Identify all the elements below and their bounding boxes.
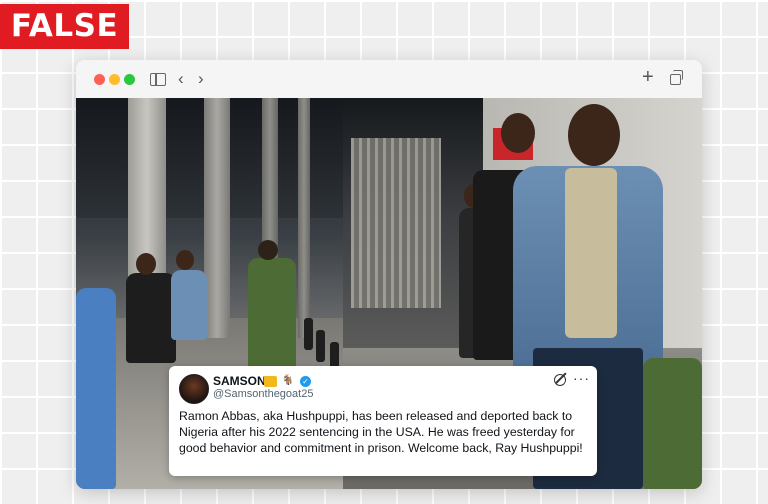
more-options-icon[interactable]: ··· <box>573 370 590 386</box>
grok-icon[interactable] <box>554 374 566 386</box>
minimize-window-button[interactable] <box>109 74 120 85</box>
avatar[interactable] <box>179 374 209 404</box>
tweet-author-handle[interactable]: @Samsonthegoat25 <box>213 388 313 400</box>
tweet-text: Ramon Abbas, aka Hushpuppi, has been rel… <box>179 409 583 455</box>
goat-emoji-icon: 🐐 <box>281 375 295 386</box>
verified-icon: ✓ <box>300 375 312 387</box>
forward-chevron-icon[interactable]: › <box>198 69 204 89</box>
false-verdict-label: FALSE <box>0 4 129 49</box>
browser-window: ‹ › + SAMSON 🐐 ✓ @Samsonthegoat25 ··· Ra… <box>76 60 702 489</box>
close-window-button[interactable] <box>94 74 105 85</box>
sidebar-icon[interactable] <box>150 73 166 86</box>
back-chevron-icon[interactable]: ‹ <box>178 69 184 89</box>
tweet-badges: 🐐 ✓ <box>264 374 312 389</box>
browser-content: SAMSON 🐐 ✓ @Samsonthegoat25 ··· Ramon Ab… <box>76 98 702 489</box>
browser-titlebar: ‹ › + <box>76 60 702 99</box>
crown-badge-icon <box>264 375 277 387</box>
tweet-card[interactable]: SAMSON 🐐 ✓ @Samsonthegoat25 ··· Ramon Ab… <box>169 366 597 476</box>
plus-icon[interactable]: + <box>642 67 654 87</box>
tabs-icon[interactable] <box>670 70 683 85</box>
zoom-window-button[interactable] <box>124 74 135 85</box>
tweet-author-name[interactable]: SAMSON <box>213 374 266 388</box>
